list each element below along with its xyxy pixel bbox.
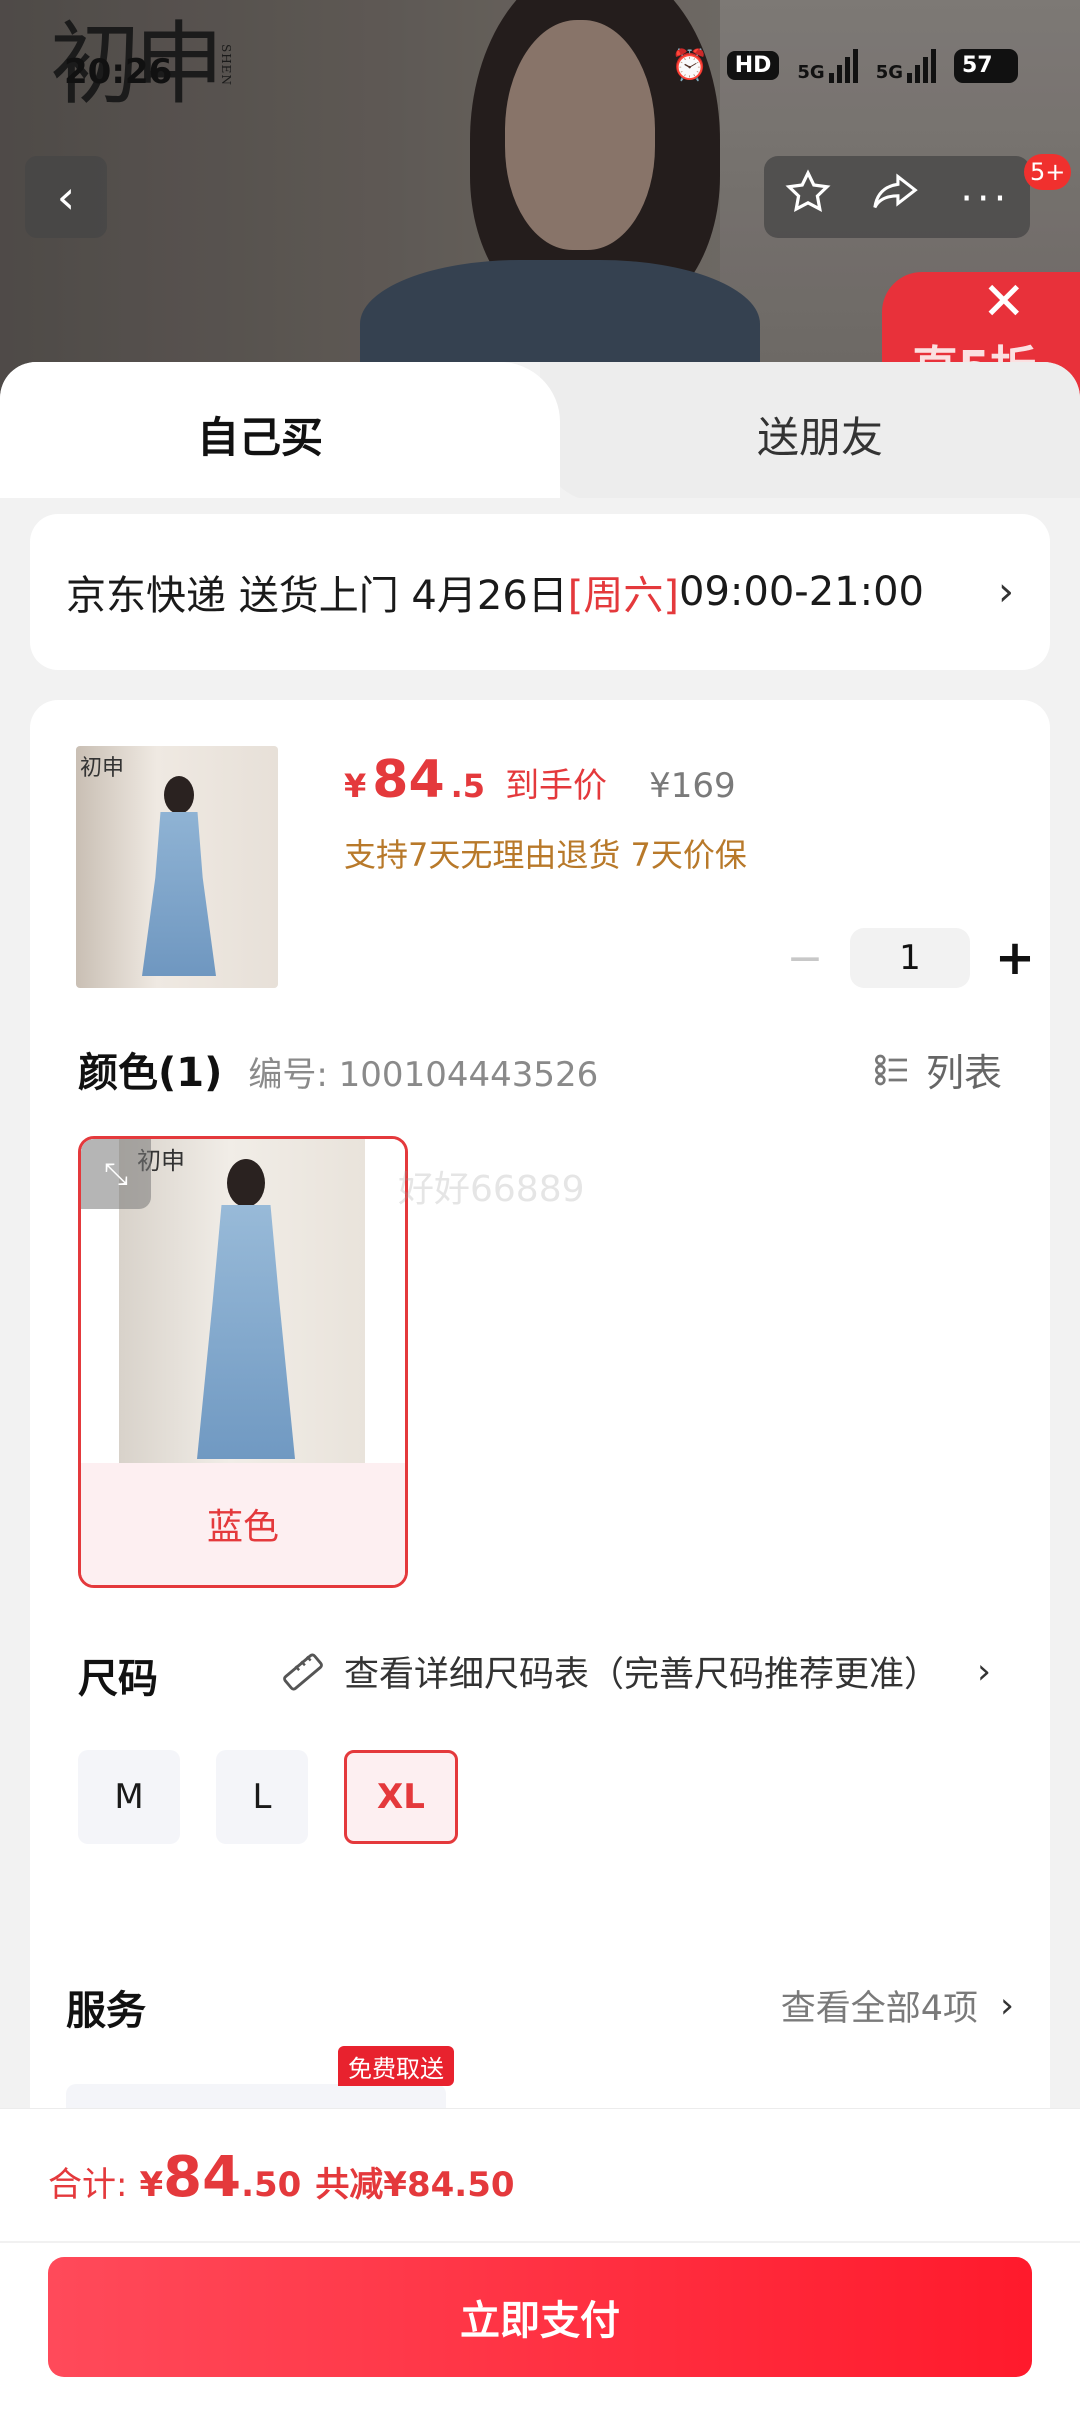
purchase-tabs: 送朋友 自己买: [0, 362, 1080, 502]
color-title: 颜色(1): [78, 1050, 223, 1096]
price-decimal: .5: [450, 767, 486, 805]
size-option-l[interactable]: L: [216, 1750, 308, 1844]
share-icon: [873, 173, 918, 209]
more-button[interactable]: ···: [960, 173, 1010, 222]
brand-logo-sub: SHEN: [219, 44, 233, 86]
price-tag: 到手价: [505, 766, 608, 806]
service-title: 服务: [66, 1988, 146, 2034]
delivery-info[interactable]: 京东快递 送货上门 4月26日 [周六] 09:00-21:00 ›: [30, 514, 1050, 670]
size-chart-link[interactable]: 查看详细尺码表（完善尺码推荐更准） ›: [280, 1646, 991, 1697]
notification-badge: 5+: [1024, 154, 1072, 190]
list-icon: [874, 1054, 907, 1085]
service-badge: 免费取送: [338, 2046, 454, 2086]
quantity-input[interactable]: 1: [850, 928, 970, 988]
signal-5g-icon-2: 5G: [876, 48, 936, 83]
quantity-increase-button[interactable]: +: [980, 930, 1050, 986]
delivery-weekday: [周六]: [567, 573, 679, 619]
color-option-label: 蓝色: [81, 1463, 405, 1585]
price-row: ¥ 84 .5 到手价 ¥169: [344, 750, 736, 810]
tab-buy-self[interactable]: 自己买: [0, 362, 560, 502]
price-integer: 84: [372, 750, 445, 810]
total-label: 合计:: [48, 2165, 128, 2205]
checkout-bar: 合计: ¥ 84 .50 共减¥84.50 立即支付: [0, 2108, 1080, 2412]
color-section-header: 颜色(1) 编号: 100104443526: [78, 1040, 598, 1098]
ruler-icon: [283, 1653, 323, 1690]
status-icons: ⏰ HD 5G 5G 57: [671, 48, 1018, 83]
chevron-right-icon: ›: [998, 569, 1014, 615]
dress-illustration: [134, 776, 224, 976]
delivery-text: 京东快递 送货上门 4月26日: [66, 573, 568, 619]
signal-5g-icon-1: 5G: [797, 48, 858, 83]
list-view-toggle[interactable]: 列表: [872, 1042, 1002, 1097]
product-thumbnail[interactable]: 初申: [76, 746, 278, 988]
original-price: ¥169: [649, 766, 736, 806]
color-option-blue[interactable]: 初申 ⤡ 蓝色: [78, 1136, 408, 1588]
chevron-right-icon: ›: [977, 1651, 992, 1692]
star-icon: [785, 169, 831, 212]
battery-icon: 57: [954, 48, 1018, 83]
alarm-icon: ⏰: [671, 48, 709, 83]
service-view-all-label: 查看全部4项: [780, 1989, 978, 2029]
quantity-decrease-button[interactable]: −: [770, 933, 840, 984]
watermark-text: 好好66889: [398, 1169, 585, 1210]
list-toggle-label: 列表: [925, 1051, 1002, 1095]
back-icon: ‹: [56, 170, 76, 224]
close-icon[interactable]: ✕: [982, 272, 1026, 332]
quantity-stepper: − 1 +: [770, 928, 1050, 988]
total-currency: ¥: [139, 2165, 164, 2205]
service-view-all[interactable]: 查看全部4项 ›: [781, 1980, 1014, 2031]
size-chart-label: 查看详细尺码表（完善尺码推荐更准）: [344, 1655, 940, 1695]
size-title: 尺码: [78, 1656, 158, 1702]
total-price: 合计: ¥ 84 .50 共减¥84.50: [48, 2145, 515, 2210]
thumbnail-logo: 初申: [80, 756, 125, 781]
delivery-time: 09:00-21:00: [679, 569, 924, 615]
divider: [0, 2241, 1080, 2243]
total-decimal: .50: [241, 2165, 302, 2205]
pay-now-button[interactable]: 立即支付: [48, 2257, 1032, 2377]
share-button[interactable]: [871, 168, 921, 226]
tab-buy-self-label: 自己买: [196, 413, 323, 462]
hd-icon: HD: [726, 51, 780, 80]
top-action-group: ···: [764, 156, 1030, 238]
price-currency: ¥: [344, 767, 367, 805]
dress-illustration-large: [191, 1159, 301, 1459]
favorite-button[interactable]: [784, 168, 832, 226]
tab-gift-friend[interactable]: 送朋友: [540, 362, 1080, 502]
expand-icon[interactable]: ⤡: [81, 1139, 151, 1209]
chevron-right-icon: ›: [1000, 1985, 1014, 2026]
more-icon: ···: [960, 175, 1011, 222]
total-discount: 共减¥84.50: [315, 2165, 515, 2205]
guarantee-text: 支持7天无理由退货 7天价保: [344, 836, 747, 874]
size-option-xl[interactable]: XL: [344, 1750, 458, 1844]
purchase-sheet: 送朋友 自己买 京东快递 送货上门 4月26日 [周六] 09:00-21:00…: [0, 362, 1080, 2412]
total-integer: 84: [163, 2145, 242, 2210]
sku-number: 编号: 100104443526: [248, 1055, 599, 1095]
tab-gift-friend-label: 送朋友: [756, 413, 883, 462]
status-time: 20:26: [64, 52, 173, 92]
back-button[interactable]: ‹: [25, 156, 107, 238]
size-option-m[interactable]: M: [78, 1750, 180, 1844]
